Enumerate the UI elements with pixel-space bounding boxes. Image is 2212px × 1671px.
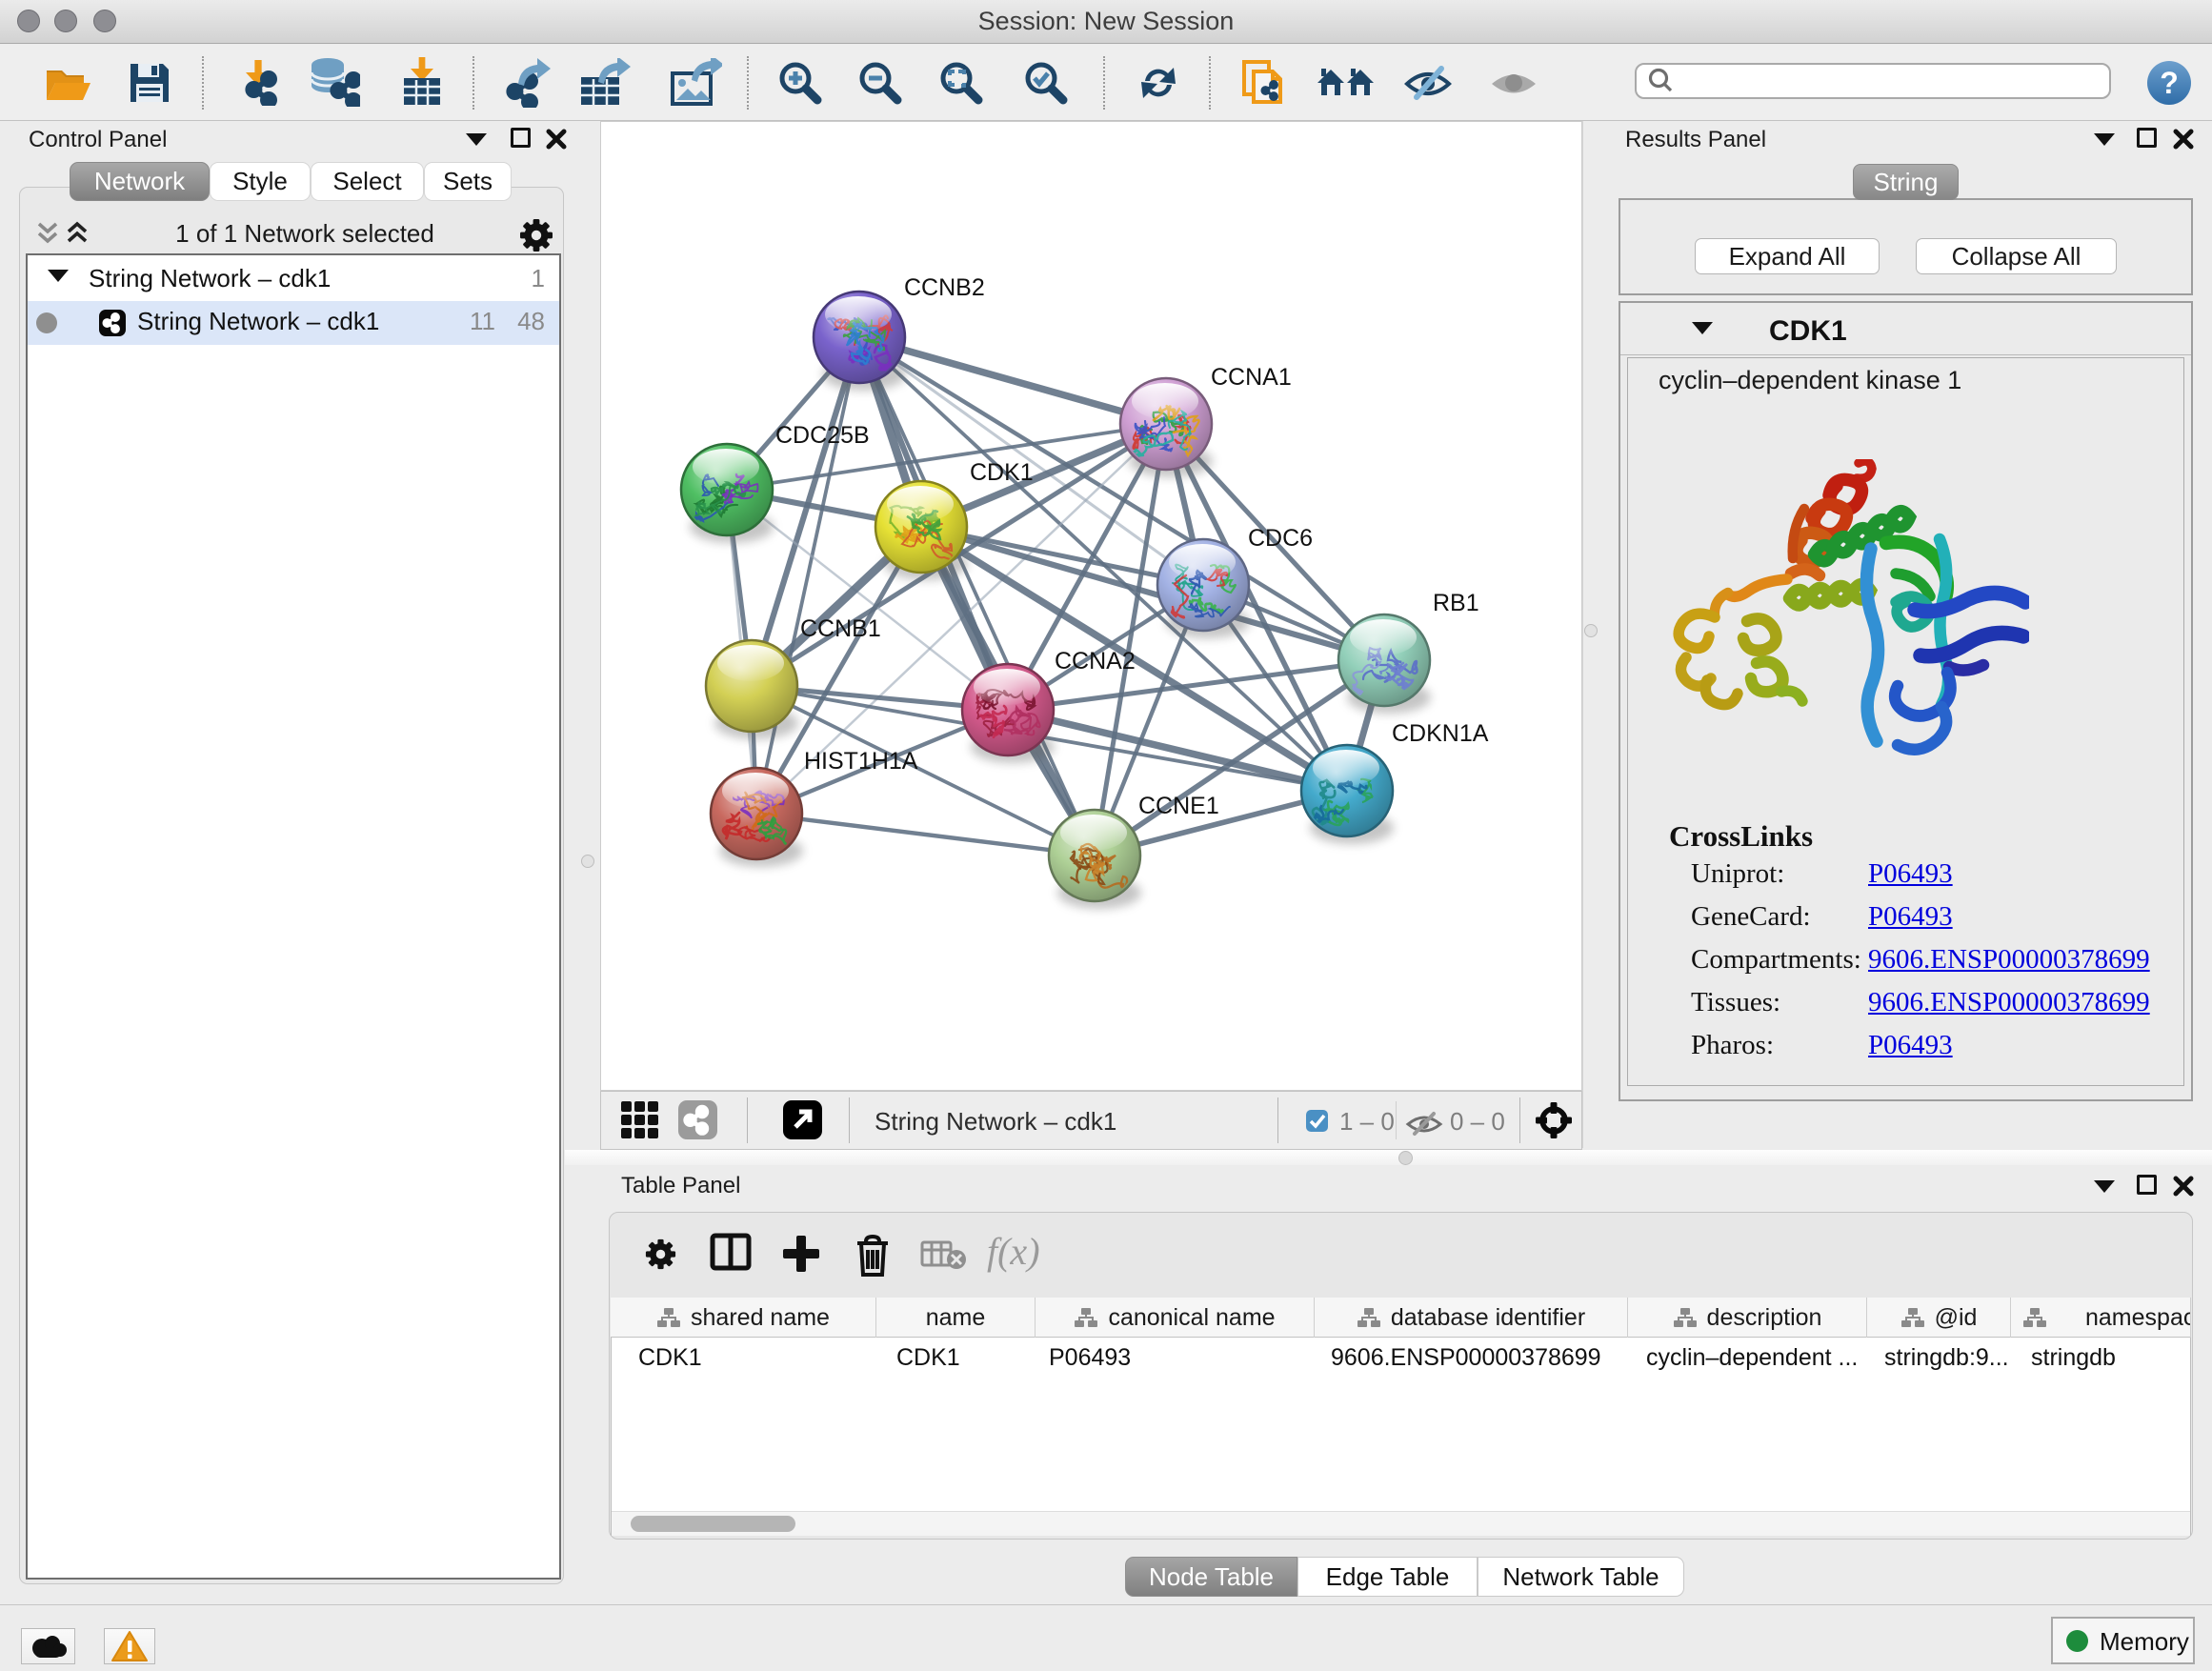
svg-text:CCNE1: CCNE1	[1138, 793, 1219, 819]
svg-text:CCNA2: CCNA2	[1055, 648, 1136, 674]
svg-text:RB1: RB1	[1433, 590, 1479, 616]
svg-text:HIST1H1A: HIST1H1A	[804, 748, 918, 775]
svg-text:CCNA1: CCNA1	[1211, 364, 1292, 391]
svg-text:CDC25B: CDC25B	[775, 422, 870, 449]
svg-text:CDK1: CDK1	[970, 459, 1034, 486]
svg-text:CDKN1A: CDKN1A	[1392, 720, 1489, 747]
svg-text:CCNB1: CCNB1	[800, 615, 881, 642]
svg-text:CCNB2: CCNB2	[904, 274, 985, 301]
svg-text:CDC6: CDC6	[1248, 525, 1313, 552]
